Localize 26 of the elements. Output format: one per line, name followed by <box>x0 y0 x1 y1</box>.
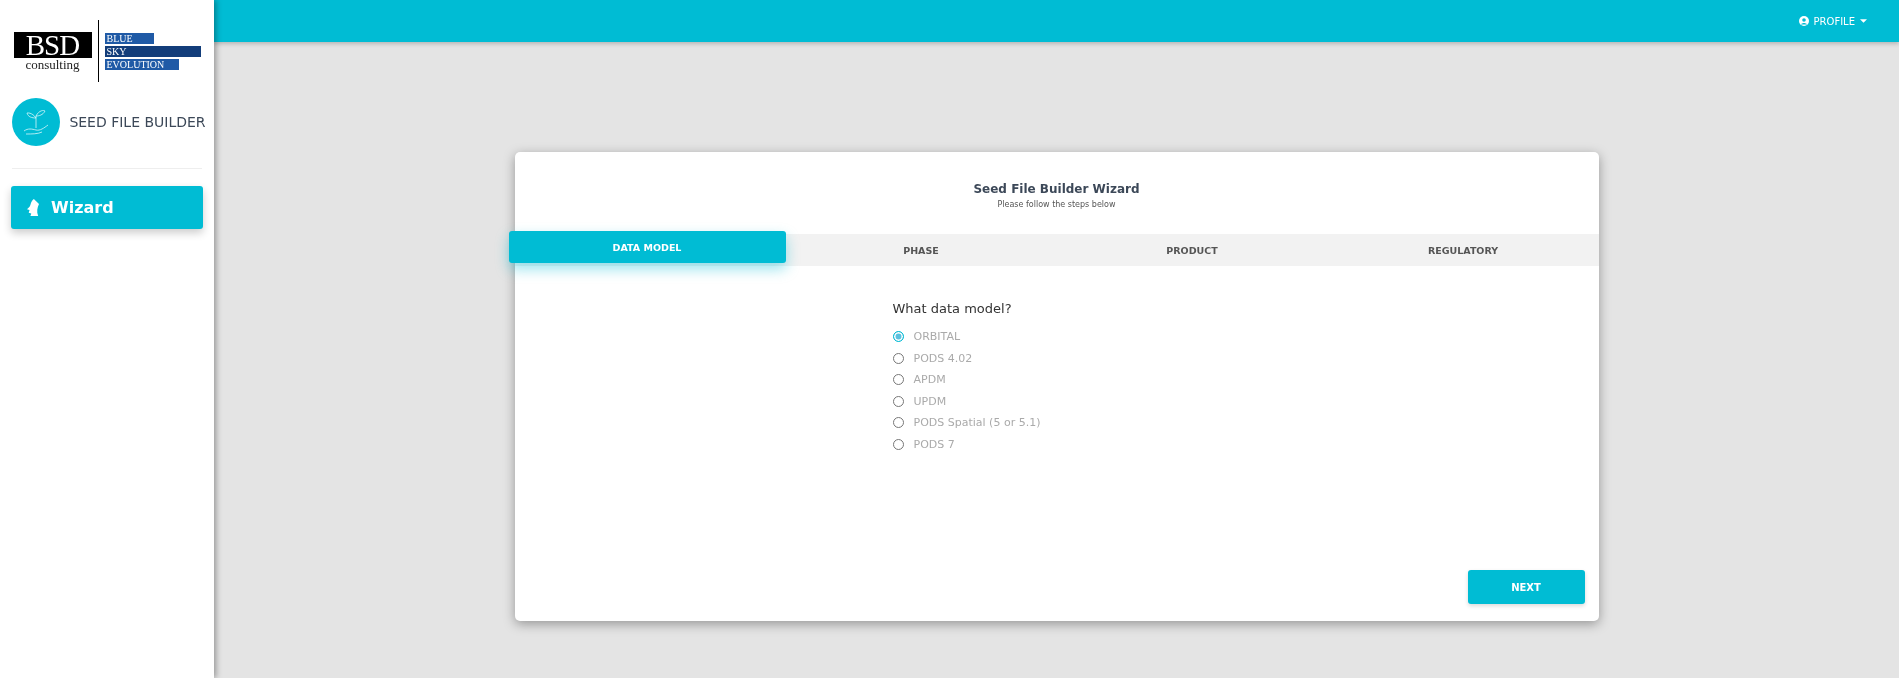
wizard-title: Seed File Builder Wizard <box>972 182 1141 196</box>
head-silhouette-icon <box>27 198 39 217</box>
logo-word: BLUE <box>104 32 154 44</box>
step-tab[interactable]: PRODUCT <box>1056 234 1328 266</box>
wizard-subtitle: Please follow the steps below <box>996 200 1117 209</box>
app-title: SEED FILE BUILDER <box>69 114 206 130</box>
logo-mark: BSD consulting <box>13 31 92 71</box>
option-label: APDM <box>913 373 946 387</box>
user-icon <box>1798 16 1809 26</box>
radio-button[interactable] <box>892 331 904 343</box>
logo-word: SKY <box>104 45 201 57</box>
logo-word: EVOLUTION <box>104 58 179 70</box>
option-label: PODS 7 <box>913 437 955 451</box>
option-label: ORBITAL <box>913 330 961 344</box>
sidebar-item[interactable]: Wizard <box>11 186 203 229</box>
profile-menu[interactable]: PROFILE <box>1792 14 1873 28</box>
caret-icon <box>1860 19 1867 23</box>
step-tab[interactable]: PHASE <box>785 234 1057 266</box>
option-label: UPDM <box>913 394 947 408</box>
next-button[interactable]: NEXT <box>1467 570 1585 604</box>
option-label: PODS 4.02 <box>913 351 973 365</box>
question-label: What data model? <box>892 301 1013 316</box>
step-tab[interactable]: DATA MODEL <box>508 231 786 263</box>
seedling-hand-icon <box>12 98 61 146</box>
step-tab[interactable]: REGULATORY <box>1327 234 1599 266</box>
option-label: PODS Spatial (5 or 5.1) <box>913 416 1041 430</box>
